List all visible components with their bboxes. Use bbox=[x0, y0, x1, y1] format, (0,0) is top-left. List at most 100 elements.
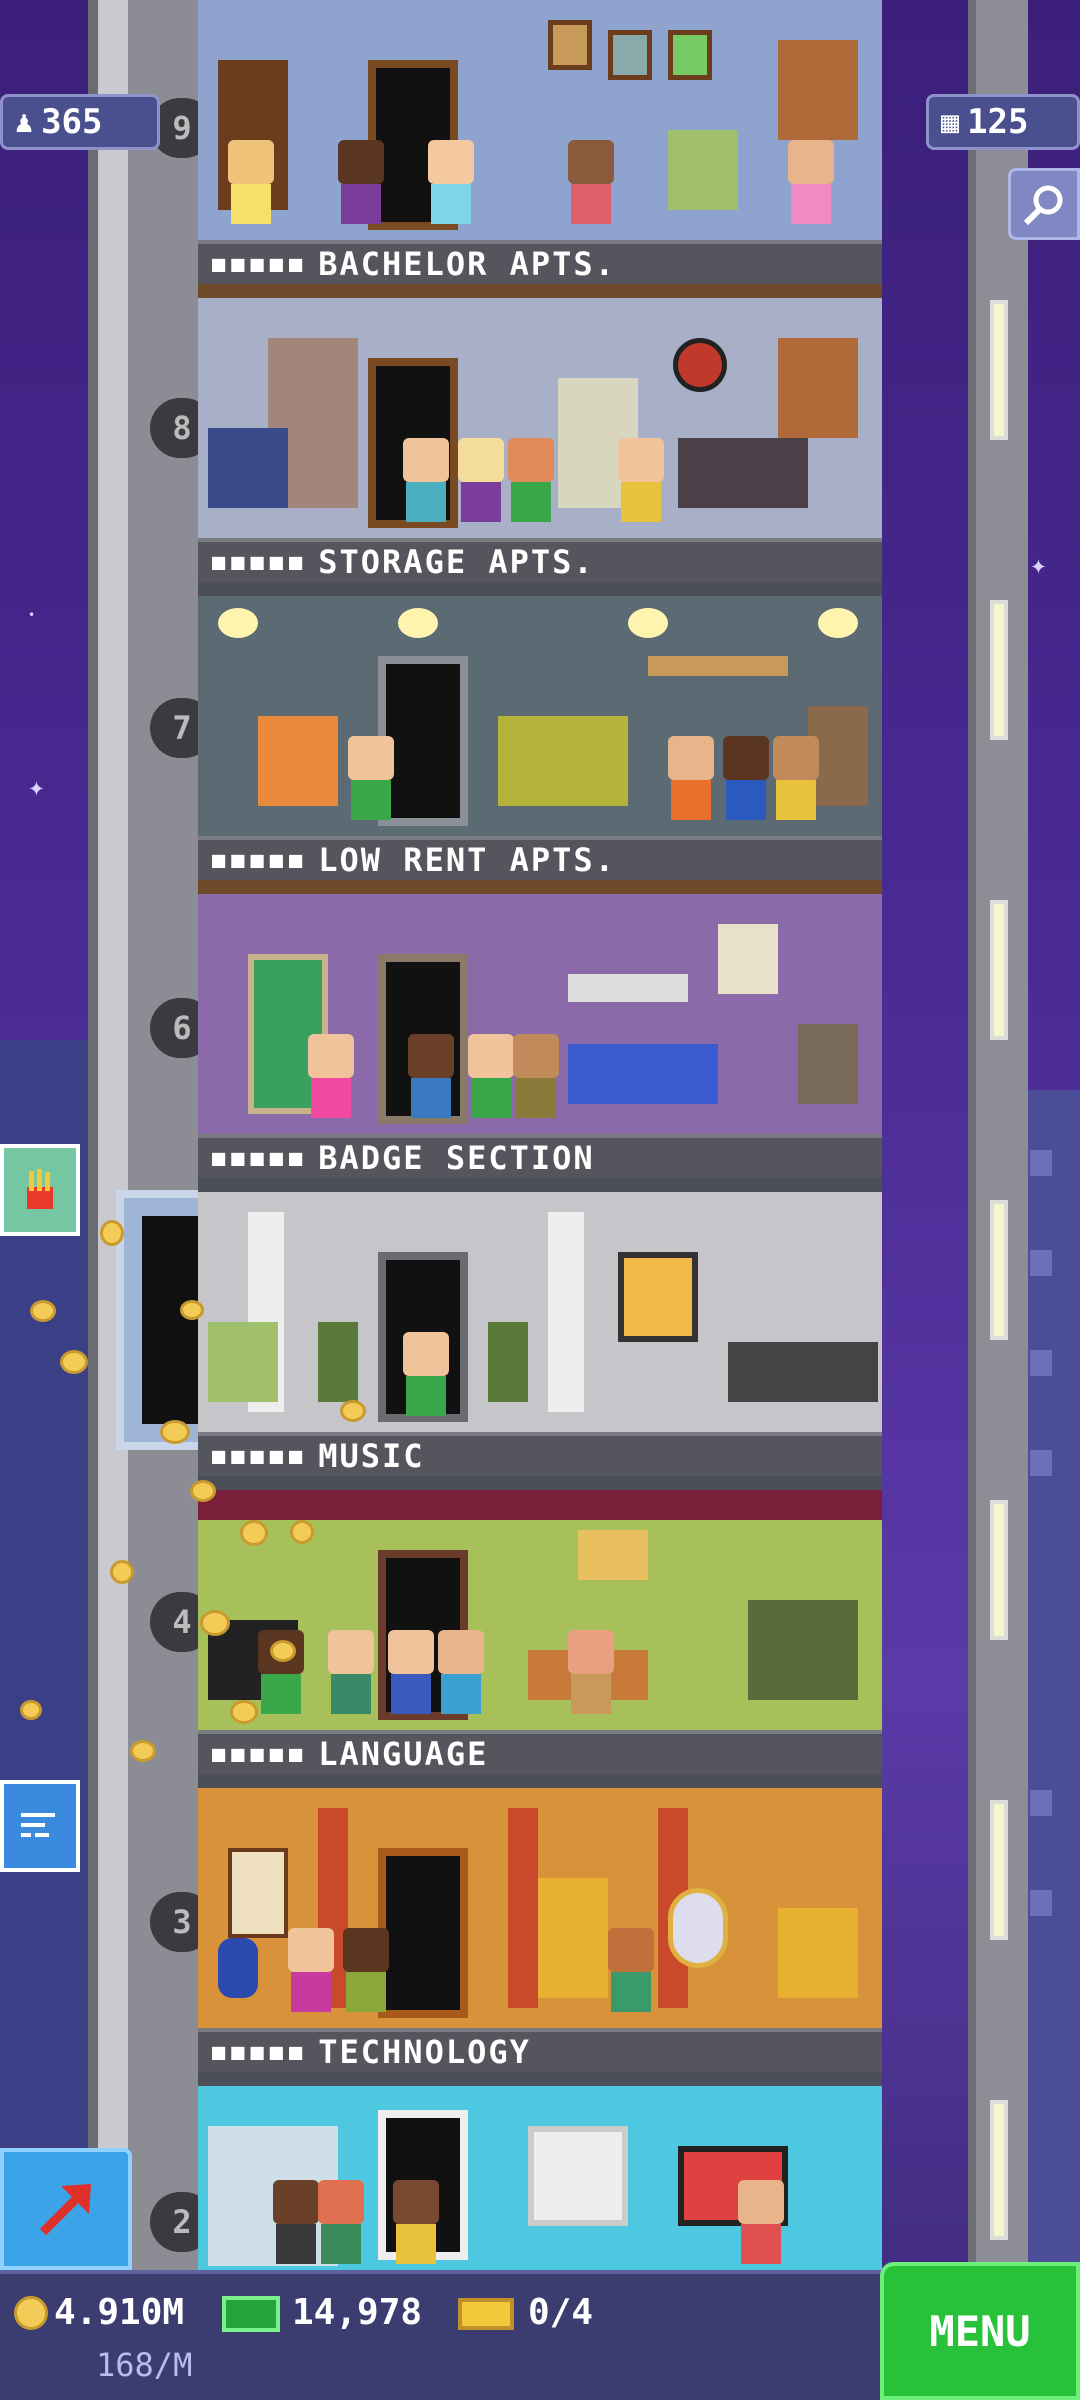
menu-button[interactable]: MENU bbox=[880, 2262, 1080, 2400]
resident[interactable] bbox=[788, 140, 834, 230]
coin-particle bbox=[230, 1700, 258, 1724]
resident[interactable] bbox=[513, 1034, 559, 1124]
resident[interactable] bbox=[318, 2180, 364, 2270]
fries-reward-button[interactable] bbox=[0, 1144, 80, 1236]
coin-particle bbox=[160, 1420, 190, 1444]
floor-8[interactable]: ■■■■■ STORAGE APTS. bbox=[198, 298, 882, 596]
floor-name: STORAGE APTS. bbox=[318, 543, 595, 581]
floor-3[interactable]: ■■■■■ TECHNOLOGY bbox=[198, 1788, 882, 2086]
floor-name: TECHNOLOGY bbox=[318, 2033, 531, 2071]
floor-5[interactable]: ■■■■■ MUSIC bbox=[198, 1192, 882, 1490]
population-counter[interactable]: ♟ 365 bbox=[0, 94, 160, 150]
resident[interactable] bbox=[568, 1630, 614, 1720]
floor-label: ■■■■■ LANGUAGE bbox=[198, 1730, 882, 1774]
coin-particle bbox=[20, 1700, 42, 1720]
coin-icon bbox=[14, 2296, 48, 2330]
picture-frame bbox=[608, 30, 652, 80]
resident[interactable] bbox=[428, 140, 474, 230]
resident[interactable] bbox=[408, 1034, 454, 1124]
resident[interactable] bbox=[723, 736, 769, 826]
resident[interactable] bbox=[308, 1034, 354, 1124]
window bbox=[778, 338, 858, 438]
fireplace bbox=[748, 1600, 858, 1700]
resident[interactable] bbox=[393, 2180, 439, 2270]
floor-name: MUSIC bbox=[318, 1437, 425, 1475]
kitchen-counter bbox=[728, 1342, 878, 1402]
search-button[interactable] bbox=[1008, 168, 1080, 240]
resident[interactable] bbox=[773, 736, 819, 826]
resident[interactable] bbox=[273, 2180, 319, 2270]
window bbox=[778, 40, 858, 140]
resident[interactable] bbox=[438, 1630, 484, 1720]
pillar bbox=[508, 1808, 538, 2008]
person-icon: ♟ bbox=[15, 104, 34, 140]
bux-icon bbox=[222, 2296, 280, 2332]
rating-stars: ■■■■■ bbox=[212, 1741, 309, 1767]
coin-particle bbox=[110, 1560, 134, 1584]
mirror bbox=[668, 1888, 728, 1968]
armchair bbox=[208, 1322, 278, 1402]
floors-counter[interactable]: ▦ 125 bbox=[926, 94, 1080, 150]
resident[interactable] bbox=[568, 140, 614, 230]
resident[interactable] bbox=[608, 1928, 654, 2018]
star: ✦ bbox=[28, 770, 45, 803]
bookshelf bbox=[648, 656, 788, 676]
star: ✦ bbox=[1030, 548, 1047, 581]
resident[interactable] bbox=[228, 140, 274, 230]
picture-frame bbox=[548, 20, 592, 70]
sofa bbox=[498, 716, 628, 806]
resident[interactable] bbox=[388, 1630, 434, 1720]
star: • bbox=[28, 608, 36, 622]
resident[interactable] bbox=[468, 1034, 514, 1124]
resident[interactable] bbox=[403, 1332, 449, 1422]
floor-name: LOW RENT APTS. bbox=[318, 841, 616, 879]
coin-particle bbox=[270, 1640, 296, 1662]
resident[interactable] bbox=[328, 1630, 374, 1720]
tv bbox=[798, 1024, 858, 1104]
coin-particle bbox=[190, 1480, 216, 1502]
resident[interactable] bbox=[618, 438, 664, 528]
floor-label: ■■■■■ BACHELOR APTS. bbox=[198, 240, 882, 284]
coin-particle bbox=[200, 1610, 230, 1636]
pillar bbox=[548, 1212, 584, 1412]
ceiling-lamp bbox=[218, 608, 258, 638]
floor-2[interactable] bbox=[198, 2086, 882, 2270]
coin-particle bbox=[240, 1520, 268, 1546]
floor-label: ■■■■■ BADGE SECTION bbox=[198, 1134, 882, 1178]
resident[interactable] bbox=[343, 1928, 389, 2018]
resident[interactable] bbox=[668, 736, 714, 826]
floor-name: BADGE SECTION bbox=[318, 1139, 595, 1177]
go-to-top-button[interactable] bbox=[0, 2148, 132, 2270]
coin-particle bbox=[30, 1300, 56, 1322]
coin-particle bbox=[290, 1520, 314, 1544]
resident[interactable] bbox=[508, 438, 554, 528]
ticket-icon bbox=[458, 2298, 514, 2330]
resident[interactable] bbox=[403, 438, 449, 528]
resident[interactable] bbox=[458, 438, 504, 528]
rating-stars: ■■■■■ bbox=[212, 549, 309, 575]
game-poster bbox=[718, 924, 778, 994]
rating-stars: ■■■■■ bbox=[212, 1145, 309, 1171]
resident[interactable] bbox=[288, 1928, 334, 2018]
scroll-painting bbox=[228, 1848, 288, 1938]
floor-7[interactable]: ■■■■■ LOW RENT APTS. bbox=[198, 596, 882, 894]
sofa bbox=[568, 1044, 718, 1104]
ceiling-lamp bbox=[628, 608, 668, 638]
floor-6[interactable]: ■■■■■ BADGE SECTION bbox=[198, 894, 882, 1192]
resident[interactable] bbox=[348, 736, 394, 826]
resident[interactable] bbox=[338, 140, 384, 230]
fries-icon bbox=[27, 1169, 53, 1209]
coins-value: 4.910M bbox=[54, 2292, 185, 2333]
floor-label: ■■■■■ MUSIC bbox=[198, 1432, 882, 1476]
arrow-up-right-icon bbox=[39, 2184, 91, 2236]
message-button[interactable] bbox=[0, 1780, 80, 1872]
floor-9[interactable]: ■■■■■ BACHELOR APTS. bbox=[198, 0, 882, 298]
building-icon: ▦ bbox=[941, 104, 960, 140]
floor-name: BACHELOR APTS. bbox=[318, 245, 616, 283]
sign bbox=[568, 974, 688, 1002]
wall-art bbox=[618, 1252, 698, 1342]
rating-stars: ■■■■■ bbox=[212, 251, 309, 277]
ceiling-lamp bbox=[398, 608, 438, 638]
sofa bbox=[678, 438, 808, 508]
resident[interactable] bbox=[738, 2180, 784, 2270]
